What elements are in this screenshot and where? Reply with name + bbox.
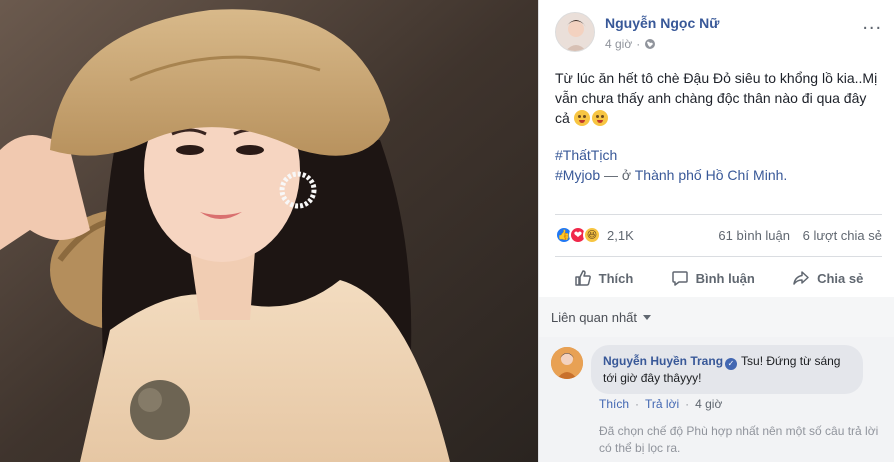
author-avatar[interactable] — [555, 12, 595, 52]
shares-count[interactable]: 6 lượt chia sẻ — [803, 228, 882, 243]
post-text-line-2: vẫn chưa thấy anh chàng độc thân nào đi … — [555, 90, 867, 106]
commenter-name[interactable]: Nguyễn Huyền Trang — [603, 354, 723, 368]
comment-button[interactable]: Bình luận — [671, 269, 755, 287]
comment-filter-label: Liên quan nhất — [551, 310, 638, 325]
post-text-line-1: Từ lúc ăn hết tô chè Đậu Đỏ siêu to khổn… — [555, 70, 878, 86]
divider — [555, 214, 882, 215]
commenter-avatar[interactable] — [551, 347, 583, 379]
share-button[interactable]: Chia sẻ — [792, 269, 863, 287]
hashtag-thattich[interactable]: #ThấtTịch — [555, 147, 617, 163]
more-icon[interactable]: ... — [862, 12, 882, 35]
reactions-summary[interactable]: 👍 ❤ 😆 2,1K — [555, 226, 634, 244]
globe-icon — [645, 39, 656, 49]
haha-reaction-icon: 😆 — [583, 226, 601, 244]
location-prefix: — ở — [600, 167, 635, 183]
reactions-count: 2,1K — [607, 227, 634, 243]
share-icon — [793, 271, 809, 285]
post-meta: 4 giờ · — [605, 37, 656, 51]
comment-icon — [671, 271, 688, 286]
emoji-icon — [591, 110, 608, 126]
comment-actions-separator: · — [635, 397, 640, 411]
comments-count[interactable]: 61 bình luận — [718, 228, 790, 243]
location-link[interactable]: Thành phố Hồ Chí Minh. — [635, 167, 788, 183]
comment-actions: Thích · Trả lời · 4 giờ — [599, 397, 722, 411]
author-name[interactable]: Nguyễn Ngọc Nữ — [605, 15, 719, 31]
caret-down-icon — [643, 315, 652, 320]
post-text-line-3: cả — [555, 108, 885, 128]
share-button-label: Chia sẻ — [817, 270, 864, 286]
comment-like-link[interactable]: Thích — [599, 397, 629, 411]
post-tags: #ThấtTịch #Myjob — ở Thành phố Hồ Chí Mi… — [555, 145, 787, 185]
like-icon — [574, 270, 591, 286]
photo-illustration — [0, 0, 538, 462]
like-button[interactable]: Thích — [574, 269, 634, 287]
hashtag-myjob[interactable]: #Myjob — [555, 167, 600, 183]
post-actions: Thích Bình luận Chia sẻ — [555, 262, 882, 294]
filter-note: Đã chọn chế độ Phù hợp nhất nên một số c… — [599, 424, 879, 455]
comment-filter-dropdown[interactable]: Liên quan nhất — [551, 310, 652, 325]
post-stats: 👍 ❤ 😆 2,1K 61 bình luận 6 lượt chia sẻ — [555, 222, 882, 250]
post-header: Nguyễn Ngọc Nữ 4 giờ · ... — [555, 12, 884, 56]
comments-section: Nguyễn Huyền Trang ✓ Tsu! Đứng từ sáng tới… — [539, 337, 894, 462]
post-text-line-3-text: cả — [555, 110, 570, 126]
comment-actions-separator: · — [685, 397, 690, 411]
post-photo[interactable] — [0, 0, 538, 462]
comment-button-label: Bình luận — [695, 270, 755, 286]
like-button-label: Thích — [598, 270, 634, 286]
divider — [555, 256, 882, 257]
verified-icon: ✓ — [725, 358, 738, 370]
comment-bubble: Nguyễn Huyền Trang ✓ Tsu! Đứng từ sáng tới… — [591, 345, 863, 394]
meta-separator: · — [636, 37, 641, 51]
emoji-icon — [573, 110, 590, 126]
post-time[interactable]: 4 giờ — [605, 37, 632, 51]
comment-time[interactable]: 4 giờ — [695, 397, 722, 411]
comment-reply-link[interactable]: Trả lời — [645, 397, 679, 411]
comment-filter[interactable]: Liên quan nhất — [539, 297, 894, 337]
post-panel: Nguyễn Ngọc Nữ 4 giờ · ... Từ lúc ăn hết… — [538, 0, 894, 462]
post-text: Từ lúc ăn hết tô chè Đậu Đỏ siêu to khổn… — [555, 68, 885, 128]
